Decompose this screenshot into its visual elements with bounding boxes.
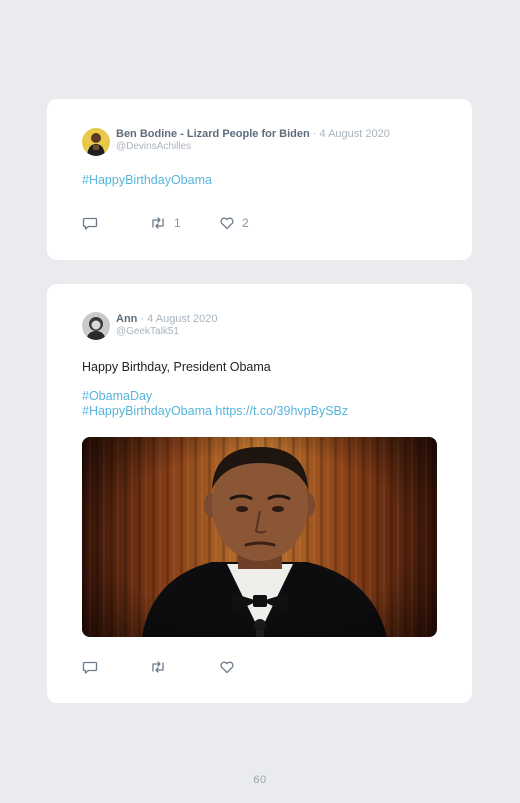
heart-outline-icon bbox=[220, 661, 234, 674]
author-name[interactable]: Ann bbox=[116, 313, 137, 325]
like-count: 2 bbox=[242, 216, 249, 230]
heart-outline-icon bbox=[220, 217, 234, 230]
retweet-count: 1 bbox=[174, 216, 181, 230]
tweet-actions bbox=[82, 659, 382, 677]
retweet-arrows-icon bbox=[152, 217, 164, 229]
hashtag-link[interactable]: #HappyBirthdayObama bbox=[82, 173, 212, 187]
retweet-button[interactable]: 1 bbox=[149, 215, 181, 231]
tweet-date[interactable]: · 4 August 2020 bbox=[310, 128, 390, 140]
tweet-media-image[interactable] bbox=[82, 437, 437, 637]
hashtag-link[interactable]: #ObamaDay bbox=[82, 389, 152, 403]
retweet-button[interactable] bbox=[149, 659, 167, 675]
like-button[interactable]: 2 bbox=[219, 215, 249, 231]
speech-bubble-icon bbox=[82, 217, 98, 230]
tweet-card: Ben Bodine - Lizard People for Biden · 4… bbox=[47, 99, 472, 260]
author-handle[interactable]: @GeekTalk51 bbox=[116, 326, 179, 337]
avatar[interactable] bbox=[82, 312, 110, 340]
author-handle[interactable]: @DevinsAchilles bbox=[116, 141, 191, 152]
tweet-text: Happy Birthday, President Obama bbox=[82, 360, 271, 374]
tweet-date[interactable]: · 4 August 2020 bbox=[137, 313, 217, 325]
like-button[interactable] bbox=[219, 659, 235, 675]
tweet-actions: 1 2 bbox=[82, 215, 382, 233]
author-name[interactable]: Ben Bodine - Lizard People for Biden bbox=[116, 128, 310, 140]
hashtag-link[interactable]: #HappyBirthdayObama bbox=[82, 404, 212, 418]
reply-button[interactable] bbox=[82, 659, 98, 675]
url-link[interactable]: https://t.co/39hvpBySBz bbox=[215, 404, 348, 418]
retweet-arrows-icon bbox=[152, 661, 164, 673]
avatar[interactable] bbox=[82, 128, 110, 156]
reply-button[interactable] bbox=[82, 215, 98, 231]
page-number: 60 bbox=[253, 774, 267, 786]
tweet-card: Ann · 4 August 2020 @GeekTalk51 Happy Bi… bbox=[47, 284, 472, 703]
speech-bubble-icon bbox=[82, 661, 98, 674]
